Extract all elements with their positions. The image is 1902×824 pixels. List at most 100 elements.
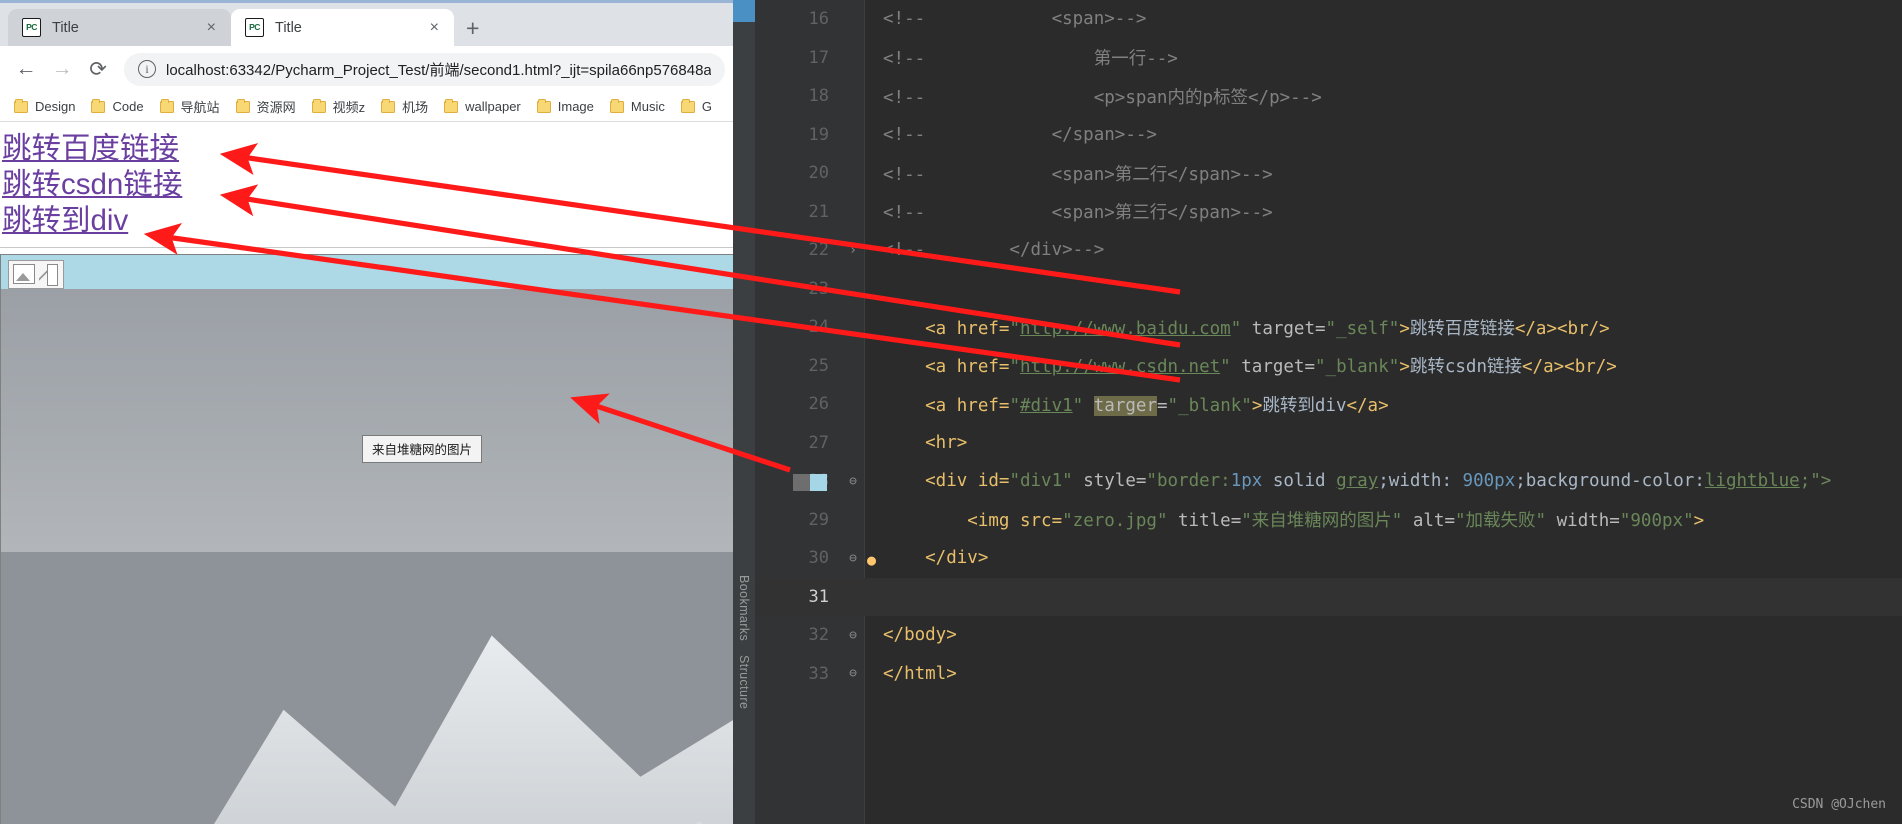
code-line[interactable]: 17 <!-- 第一行--> [733, 39, 1902, 78]
code-token: "_blank" [1315, 357, 1400, 378]
tool-window-bookmarks[interactable]: Bookmarks [737, 575, 751, 641]
code-token: </body> [883, 625, 957, 646]
code-token: " [1072, 395, 1084, 416]
code-fold-icon[interactable]: ⊖ [841, 666, 865, 681]
close-icon[interactable]: × [425, 19, 444, 37]
code-token: </a> [1346, 395, 1389, 416]
bookmark-label: 导航站 [180, 100, 220, 115]
code-line[interactable]: 22 › <!-- </div>--> [733, 231, 1902, 270]
code-text: </div> [865, 548, 988, 568]
code-fold-icon[interactable]: ⊖ [841, 628, 865, 643]
intention-bulb-icon[interactable]: ● [867, 551, 876, 569]
code-token: <!-- </span>--> [883, 124, 1157, 145]
bookmark-label: Design [35, 99, 76, 114]
color-swatch-gray[interactable] [793, 473, 810, 491]
code-line[interactable]: 29 <img src="zero.jpg" title="来自堆糖网的图片" … [733, 501, 1902, 540]
reload-icon[interactable]: ⟳ [80, 51, 116, 87]
bookmark-label: wallpaper [465, 99, 521, 114]
code-line[interactable]: 32 ⊖ </body> [733, 616, 1902, 655]
address-bar[interactable]: i localhost:63342/Pycharm_Project_Test/前… [124, 52, 725, 86]
code-token: = [1156, 395, 1168, 416]
folder-icon [536, 98, 551, 113]
bookmark-item[interactable]: 导航站 [152, 94, 228, 119]
div1-container [0, 253, 733, 824]
code-line[interactable]: 25 <a href="http://www.csdn.net" target=… [733, 347, 1902, 386]
bookmark-item[interactable]: 资源网 [228, 94, 304, 119]
code-line[interactable]: 28⊖ <div id="div1" style="border:1px sol… [733, 462, 1902, 501]
bookmark-item[interactable]: G [673, 96, 720, 117]
code-text: </html> [865, 664, 957, 684]
code-line[interactable]: 30 ⊖ ● </div> [733, 539, 1902, 578]
code-token: http://www.baidu.com [1019, 318, 1231, 339]
code-line[interactable]: 24 <a href="http://www.baidu.com" target… [733, 308, 1902, 347]
code-token: " [1230, 318, 1242, 339]
code-token: http://www.csdn.net [1019, 357, 1221, 378]
code-line[interactable]: 21 <!-- <span>第三行</span>--> [733, 193, 1902, 232]
code-text: <!-- <span>第三行</span>--> [865, 199, 1273, 224]
code-fold-icon[interactable]: › [841, 243, 865, 258]
code-token: "来自堆糖网的图片" [1241, 511, 1403, 532]
code-token: style= [1072, 471, 1147, 492]
back-arrow-icon[interactable]: ← [8, 51, 44, 87]
photo-mountains [213, 635, 733, 824]
code-editor[interactable]: 16 <!-- <span>--> 17 <!-- 第一行--> 18 <!-- <p>s… [733, 0, 1902, 824]
bookmark-item[interactable]: Image [529, 96, 602, 117]
ide-strip-indicator [733, 0, 755, 22]
code-fold-icon[interactable]: ⊖ [793, 473, 865, 491]
code-line[interactable]: 23 [733, 270, 1902, 309]
code-line[interactable]: 26 <a href="#div1" targer="_blank">跳转到di… [733, 385, 1902, 424]
bookmark-item[interactable]: 视频z [304, 94, 374, 119]
link-div1[interactable]: 跳转到div [2, 203, 128, 239]
color-swatch-lightblue[interactable] [810, 473, 827, 491]
code-line[interactable]: 19 <!-- </span>--> [733, 116, 1902, 155]
browser-navigation-bar: ← → ⟳ i localhost:63342/Pycharm_Project_… [0, 46, 733, 92]
bookmark-item[interactable]: 机场 [373, 94, 436, 119]
browser-tab-2[interactable]: PC Title × [231, 9, 454, 46]
folder-icon [159, 98, 174, 113]
link-csdn[interactable]: 跳转csdn链接 [2, 167, 182, 203]
folder-icon [381, 98, 396, 113]
code-token: > [1693, 511, 1705, 532]
horizontal-rule [0, 246, 733, 248]
bookmarks-bar: Design Code 导航站 资源网 视频z 机场 wallpaper Image Music… [0, 92, 733, 122]
bookmark-label: 资源网 [256, 100, 296, 115]
code-token: ;background-color: [1515, 471, 1705, 492]
bookmark-item[interactable]: wallpaper [436, 96, 529, 117]
code-fold-icon[interactable]: ⊖ ● [841, 551, 876, 569]
code-line[interactable]: 20 <!-- <span>第二行</span>--> [733, 154, 1902, 193]
new-tab-button[interactable]: + [466, 17, 479, 40]
code-text: <hr> [865, 433, 967, 453]
code-line[interactable]: 16 <!-- <span>--> [733, 0, 1902, 39]
browser-tab-1[interactable]: PC Title × [8, 9, 231, 46]
close-icon[interactable]: × [202, 19, 221, 37]
link-baidu[interactable]: 跳转百度链接 [2, 131, 179, 167]
forward-arrow-icon[interactable]: → [44, 51, 80, 87]
bookmark-label: 机场 [402, 100, 429, 115]
info-circle-icon[interactable]: i [138, 60, 156, 78]
ide-left-toolwindow-strip: Bookmarks Structure [733, 0, 755, 824]
tool-window-structure[interactable]: Structure [737, 655, 751, 709]
folder-icon [235, 98, 250, 113]
code-token: <!-- <span>第三行</span>--> [883, 203, 1273, 224]
broken-image-icon[interactable] [8, 259, 64, 289]
code-token: <img src= [883, 511, 1063, 532]
bookmark-item[interactable]: Music [602, 96, 673, 117]
folder-icon [91, 98, 106, 113]
code-token: > [1399, 357, 1410, 378]
code-token: </html> [883, 663, 957, 684]
code-line[interactable]: 33 ⊖ </html> [733, 655, 1902, 694]
code-token: <hr> [883, 432, 968, 453]
ide-editor-panel: Bookmarks Structure 16 <!-- <span>--> 17 <!… [733, 0, 1902, 824]
code-token: <div id= [883, 471, 1010, 492]
bookmark-item[interactable]: Design [6, 96, 83, 117]
code-line[interactable]: 27 <hr> [733, 424, 1902, 463]
code-token: <!-- <p>span内的p标签</p>--> [883, 87, 1322, 108]
url-text: localhost:63342/Pycharm_Project_Test/前端/… [166, 61, 711, 79]
code-token: #div1 [1019, 395, 1073, 416]
code-token: <a href= [883, 357, 1010, 378]
screenshot-root: PC Title × PC Title × + ← → ⟳ i localhos… [0, 0, 1902, 824]
code-token: 1px [1230, 471, 1263, 492]
bookmark-item[interactable]: Code [83, 96, 151, 117]
code-line[interactable]: 18 <!-- <p>span内的p标签</p>--> [733, 77, 1902, 116]
code-line[interactable]: 31 [733, 577, 1902, 616]
